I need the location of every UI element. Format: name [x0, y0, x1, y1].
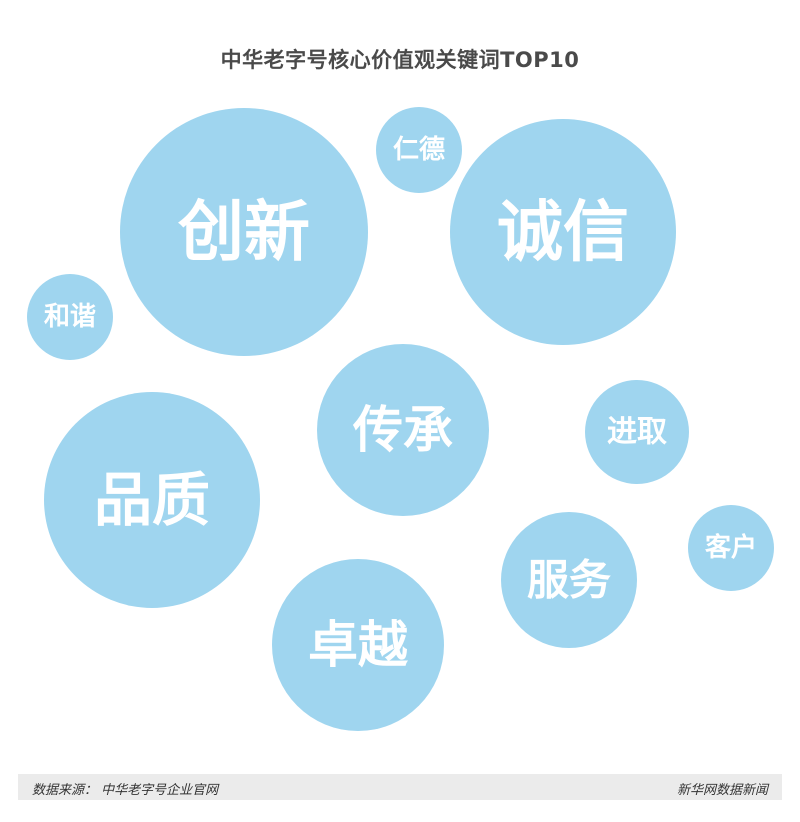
keyword-label: 传承 — [352, 401, 453, 459]
brand-credit: 新华网数据新闻 — [676, 783, 768, 798]
keyword-label: 进取 — [607, 415, 667, 450]
keyword-label: 服务 — [527, 556, 611, 605]
keyword-label: 仁德 — [393, 135, 445, 165]
keyword-label: 卓越 — [308, 616, 409, 674]
keyword-label: 诚信 — [497, 194, 629, 271]
keyword-label: 品质 — [94, 466, 210, 534]
keyword-label: 创新 — [178, 194, 310, 271]
footer-bar: 数据来源： 中华老字号企业官网 新华网数据新闻 — [18, 774, 782, 800]
keyword-label: 和谐 — [44, 302, 96, 332]
data-source-note: 数据来源： 中华老字号企业官网 — [32, 783, 219, 798]
bubble-chart: 创新 诚信品质卓越 传承服务 进取 仁德客户 和谐 — [27, 107, 774, 731]
keyword-label: 客户 — [705, 532, 757, 563]
